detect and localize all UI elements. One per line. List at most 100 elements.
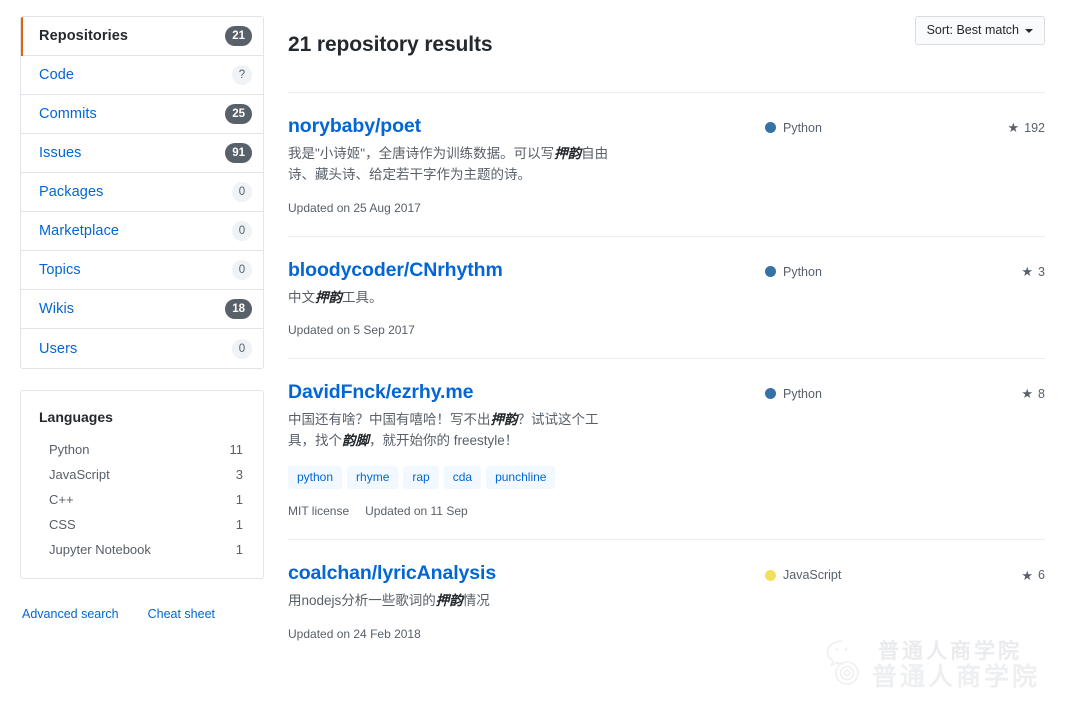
description-highlight: 押韵 bbox=[435, 593, 463, 609]
topic-tag[interactable]: cda bbox=[443, 466, 482, 490]
language-facet-row[interactable]: Jupyter Notebook 1 bbox=[39, 537, 245, 562]
page-title: 21 repository results bbox=[288, 33, 493, 57]
topic-tag-list: python rhyme rap cda punchline bbox=[288, 466, 753, 490]
stargazers-link[interactable]: ★ 192 bbox=[965, 115, 1045, 135]
topic-tag[interactable]: rap bbox=[403, 466, 439, 490]
language-count: 1 bbox=[235, 542, 243, 557]
repository-link[interactable]: coalchan/lyricAnalysis bbox=[288, 562, 496, 585]
results-column: 21 repository results Sort: Best match n… bbox=[266, 0, 1080, 703]
star-count: 3 bbox=[1038, 264, 1045, 279]
repository-meta: Updated on 24 Feb 2018 bbox=[288, 627, 753, 641]
description-text: 中文 bbox=[288, 289, 315, 305]
repository-link[interactable]: bloodycoder/CNrhythm bbox=[288, 259, 503, 282]
updated-timestamp: Updated on 25 Aug 2017 bbox=[288, 200, 421, 215]
language-facet-row[interactable]: C++ 1 bbox=[39, 487, 245, 512]
sidebar-item-topics[interactable]: Topics 0 bbox=[21, 251, 263, 290]
updated-timestamp: Updated on 24 Feb 2018 bbox=[288, 626, 421, 641]
stargazers-link[interactable]: ★ 8 bbox=[965, 381, 1045, 401]
language-color-dot-icon bbox=[765, 569, 776, 581]
sidebar-footer-links: Advanced search Cheat sheet bbox=[20, 607, 266, 621]
topic-tag[interactable]: punchline bbox=[486, 466, 556, 490]
star-icon: ★ bbox=[1021, 264, 1034, 279]
language-label: JavaScript bbox=[783, 568, 842, 583]
sidebar-item-label: Wikis bbox=[39, 301, 75, 317]
updated-timestamp: Updated on 5 Sep 2017 bbox=[288, 322, 415, 337]
sidebar: Repositories 21 Code? Commits 25 Issues 91 Pack… bbox=[0, 0, 266, 703]
star-count: 192 bbox=[1024, 120, 1045, 135]
star-count: 6 bbox=[1038, 568, 1045, 583]
sidebar-item-label: Commits bbox=[39, 106, 97, 122]
sidebar-item-marketplace[interactable]: Marketplace 0 bbox=[21, 212, 263, 251]
description-highlight: 押韵 bbox=[315, 289, 342, 305]
license-label: MIT license bbox=[288, 504, 350, 519]
language-facet-row[interactable]: Python 11 bbox=[39, 437, 245, 462]
star-icon: ★ bbox=[1021, 386, 1034, 402]
repository-result-item: coalchan/lyricAnalysis 用nodejs分析一些歌词的押韵情况… bbox=[288, 540, 1045, 661]
description-text: 用nodejs分析一些歌词的 bbox=[288, 593, 436, 609]
repository-language: Python bbox=[765, 115, 965, 135]
sidebar-item-count: 21 bbox=[225, 26, 252, 46]
stargazers-link[interactable]: ★ 6 bbox=[965, 562, 1045, 582]
repository-language: Python bbox=[765, 259, 965, 279]
search-results-page: Repositories 21 Code? Commits 25 Issues 91 Pack… bbox=[0, 0, 1080, 703]
language-name: CSS bbox=[49, 517, 76, 532]
language-facet-row[interactable]: JavaScript 3 bbox=[39, 462, 245, 487]
star-count: 8 bbox=[1038, 386, 1045, 401]
repository-info: DavidFnck/ezrhy.me 中国还有啥？中国有嘻哈！写不出押韵？试试这个… bbox=[288, 381, 765, 518]
language-count: 11 bbox=[229, 442, 244, 457]
topic-tag[interactable]: python bbox=[288, 466, 343, 490]
chevron-down-icon bbox=[1025, 29, 1033, 33]
language-facet-row[interactable]: CSS 1 bbox=[39, 512, 245, 537]
sidebar-item-label: Marketplace bbox=[39, 223, 120, 239]
description-text: 中国还有啥？中国有嘻哈！写不出 bbox=[288, 411, 491, 427]
sidebar-item-label: Code bbox=[39, 67, 75, 83]
sidebar-item-count: 25 bbox=[225, 104, 252, 124]
footer-link-advanced-search[interactable]: Advanced search bbox=[22, 607, 119, 621]
repository-description: 我是"小诗姬"，全唐诗作为训练数据。可以写押韵自由诗、藏头诗、给定若干字作为主题… bbox=[288, 143, 618, 186]
repository-link[interactable]: norybaby/poet bbox=[288, 115, 421, 138]
star-icon: ★ bbox=[1007, 120, 1020, 136]
footer-link-cheat-sheet[interactable]: Cheat sheet bbox=[148, 607, 215, 621]
sidebar-item-code[interactable]: Code? bbox=[21, 56, 263, 95]
language-count: 1 bbox=[235, 517, 243, 532]
repository-result-item: norybaby/poet 我是"小诗姬"，全唐诗作为训练数据。可以写押韵自由诗、… bbox=[288, 93, 1045, 237]
star-icon: ★ bbox=[1021, 567, 1034, 583]
updated-timestamp: Updated on 11 Sep bbox=[365, 504, 468, 519]
repository-result-item: bloodycoder/CNrhythm 中文押韵工具。 Updated on 5 … bbox=[288, 237, 1045, 359]
description-text: ，就开始你的 freestyle！ bbox=[369, 433, 519, 449]
results-header: 21 repository results Sort: Best match bbox=[288, 16, 1045, 93]
sidebar-item-packages[interactable]: Packages 0 bbox=[21, 173, 263, 212]
description-text: 情况 bbox=[462, 593, 490, 609]
topic-tag[interactable]: rhyme bbox=[347, 466, 399, 490]
repository-description: 中文押韵工具。 bbox=[288, 287, 618, 308]
sidebar-item-wikis[interactable]: Wikis 18 bbox=[21, 290, 263, 329]
repository-meta: Updated on 25 Aug 2017 bbox=[288, 201, 753, 215]
sort-button[interactable]: Sort: Best match bbox=[914, 16, 1045, 45]
sidebar-item-users[interactable]: Users 0 bbox=[21, 329, 263, 368]
sidebar-item-commits[interactable]: Commits 25 bbox=[21, 95, 263, 134]
stargazers-link[interactable]: ★ 3 bbox=[965, 259, 1045, 279]
sidebar-item-issues[interactable]: Issues 91 bbox=[21, 134, 263, 173]
sort-button-label: Sort: Best match bbox=[926, 23, 1019, 37]
description-highlight: 押韵 bbox=[554, 145, 582, 161]
repository-info: bloodycoder/CNrhythm 中文押韵工具。 Updated on 5 … bbox=[288, 259, 765, 337]
language-name: JavaScript bbox=[49, 467, 110, 482]
sidebar-item-label: Users bbox=[39, 340, 78, 357]
repository-results-list: norybaby/poet 我是"小诗姬"，全唐诗作为训练数据。可以写押韵自由诗、… bbox=[288, 93, 1045, 662]
language-count: 1 bbox=[235, 492, 243, 507]
sidebar-item-repositories[interactable]: Repositories 21 bbox=[21, 17, 263, 56]
repository-meta: Updated on 5 Sep 2017 bbox=[288, 323, 753, 337]
description-text: 工具。 bbox=[342, 289, 383, 305]
repository-info: norybaby/poet 我是"小诗姬"，全唐诗作为训练数据。可以写押韵自由诗、… bbox=[288, 115, 765, 215]
language-label: Python bbox=[783, 120, 822, 135]
language-color-dot-icon bbox=[765, 122, 776, 134]
repository-meta: MIT license Updated on 11 Sep bbox=[288, 504, 753, 518]
search-type-nav: Repositories 21 Code? Commits 25 Issues 91 Pack… bbox=[20, 16, 264, 369]
sidebar-item-label: Repositories bbox=[39, 28, 129, 44]
sidebar-item-label: Issues bbox=[39, 145, 82, 161]
sidebar-item-count: 91 bbox=[225, 143, 252, 163]
watermark-line-2: 普通人商学院 bbox=[872, 662, 1041, 691]
description-highlight: 押韵 bbox=[490, 411, 518, 427]
description-text: 我是"小诗姬"，全唐诗作为训练数据。可以写 bbox=[288, 145, 555, 161]
repository-link[interactable]: DavidFnck/ezrhy.me bbox=[288, 381, 473, 404]
